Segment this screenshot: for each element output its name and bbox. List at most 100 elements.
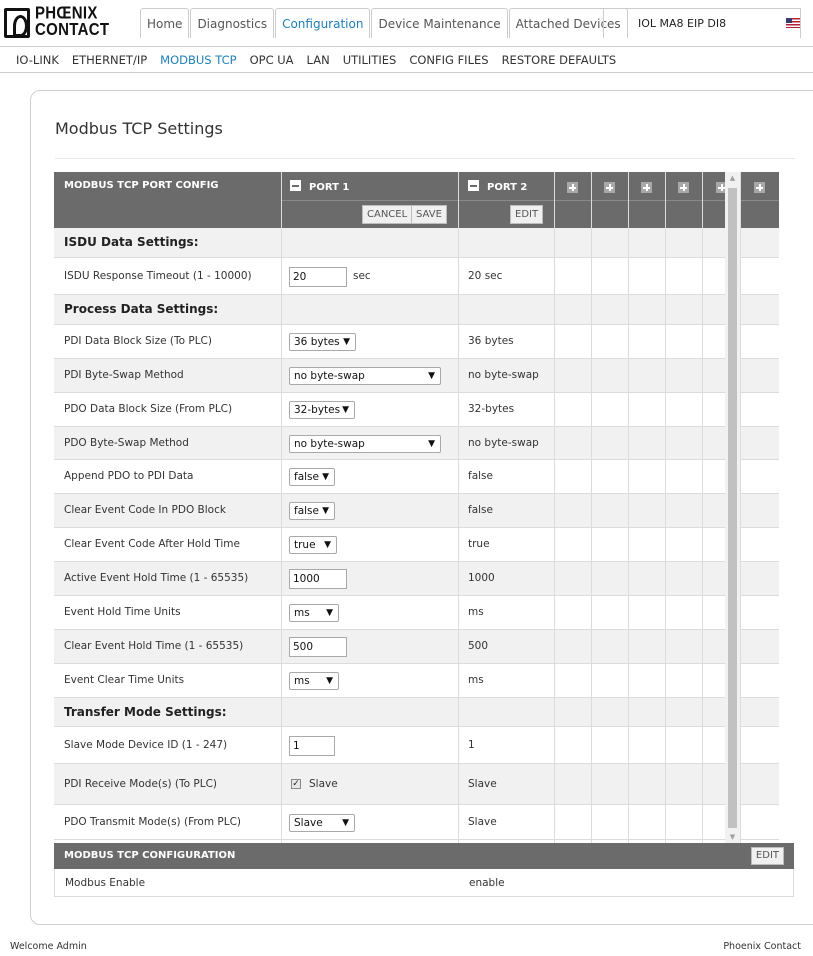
port-2-value: ms xyxy=(468,606,484,618)
dropdown-arrow-icon: ▼ xyxy=(322,506,329,516)
section-header-row: Transfer Mode Settings: xyxy=(54,698,779,727)
setting-row: Event Hold Time Units ms ▼ ms xyxy=(54,596,779,630)
dropdown-arrow-icon: ▼ xyxy=(342,818,349,828)
tab-device-maintenance[interactable]: Device Maintenance xyxy=(371,8,508,38)
setting-row: Clear Event Code After Hold Time true ▼ tru… xyxy=(54,528,779,562)
save-button[interactable]: SAVE xyxy=(411,205,447,224)
port-1-checkbox[interactable]: ✓ xyxy=(291,779,301,789)
port-2-value: false xyxy=(468,504,493,516)
port-2-value: Slave xyxy=(468,816,497,828)
device-name-box: IOL MA8 EIP DI8 xyxy=(603,8,801,38)
setting-row: PDI Data Block Size (To PLC) 36 bytes ▼ 36 … xyxy=(54,325,779,359)
setting-row: PDO Transmit Mode(s) (From PLC) Slave ▼ Sla… xyxy=(54,805,779,840)
us-flag-icon[interactable] xyxy=(786,18,800,28)
expand-port-8-icon[interactable] xyxy=(754,182,765,193)
port-1-select[interactable]: false ▼ xyxy=(289,468,335,486)
logo-line-2: CONTACT xyxy=(35,19,110,40)
dropdown-arrow-icon: ▼ xyxy=(322,472,329,482)
dropdown-arrow-icon: ▼ xyxy=(342,405,349,415)
collapse-port-1-icon[interactable] xyxy=(290,180,301,191)
select-value: 32-bytes xyxy=(294,404,341,416)
port-2-value: 1000 xyxy=(468,572,495,584)
expand-port-6-icon[interactable] xyxy=(678,182,689,193)
setting-label: Event Clear Time Units xyxy=(64,674,185,686)
port-1-value-input[interactable]: 500 xyxy=(289,637,347,657)
scroll-down-arrow-icon[interactable]: ▼ xyxy=(725,833,740,841)
subnav-opc-ua[interactable]: OPC UA xyxy=(250,53,294,67)
select-value: ms xyxy=(294,607,310,619)
port-2-edit-button[interactable]: EDIT xyxy=(510,205,544,224)
dropdown-arrow-icon: ▼ xyxy=(428,439,435,449)
expand-port-4-icon[interactable] xyxy=(604,182,615,193)
setting-label: PDO Byte-Swap Method xyxy=(64,437,189,449)
port-1-select[interactable]: 32-bytes ▼ xyxy=(289,401,355,419)
table-scrollbar[interactable]: ▲ ▼ xyxy=(725,172,740,843)
setting-row: Event Clear Time Units ms ▼ ms xyxy=(54,664,779,698)
subnav-utilities[interactable]: UTILITIES xyxy=(343,53,397,67)
port-1-value-input[interactable]: 1000 xyxy=(289,569,347,589)
subnav-restore-defaults[interactable]: RESTORE DEFAULTS xyxy=(502,53,617,67)
expand-port-5-icon[interactable] xyxy=(641,182,652,193)
select-value: ms xyxy=(294,675,310,687)
setting-row: Clear Event Code In PDO Block false ▼ false xyxy=(54,494,779,528)
select-value: false xyxy=(294,505,319,517)
device-name: IOL MA8 EIP DI8 xyxy=(638,17,727,30)
subnav-config-files[interactable]: CONFIG FILES xyxy=(409,53,488,67)
port-1-value-input[interactable]: 1 xyxy=(289,736,335,756)
port-2-value: 500 xyxy=(468,640,489,652)
cancel-button[interactable]: CANCEL xyxy=(362,205,413,224)
setting-label: Clear Event Hold Time (1 - 65535) xyxy=(64,640,244,652)
port-1-label: PORT 1 xyxy=(309,182,350,193)
port-1-select[interactable]: Slave ▼ xyxy=(289,814,355,832)
section-title: Transfer Mode Settings: xyxy=(64,705,227,719)
dropdown-arrow-icon: ▼ xyxy=(326,676,333,686)
scrollbar-thumb[interactable] xyxy=(728,188,737,828)
tab-home[interactable]: Home xyxy=(140,8,190,38)
port-1-select[interactable]: no byte-swap ▼ xyxy=(289,435,441,453)
footer: Welcome Admin Phoenix Contact xyxy=(0,940,813,956)
subnav-lan[interactable]: LAN xyxy=(307,53,330,67)
expand-port-3-icon[interactable] xyxy=(567,182,578,193)
port-2-value: false xyxy=(468,470,493,482)
collapse-port-2-icon[interactable] xyxy=(468,180,479,191)
setting-row: Clear Event Hold Time (1 - 65535) 500 500 xyxy=(54,630,779,664)
port-1-select[interactable]: false ▼ xyxy=(289,502,335,520)
dropdown-arrow-icon: ▼ xyxy=(326,608,333,618)
port-2-value: 36 bytes xyxy=(468,335,514,347)
port-config-header: MODBUS TCP PORT CONFIG PORT 1 PORT 2 CAN… xyxy=(54,172,779,228)
port-2-value: Slave xyxy=(468,778,497,790)
port-2-value: ms xyxy=(468,674,484,686)
subnav-modbus-tcp[interactable]: MODBUS TCP xyxy=(160,53,236,67)
port-2-value: 32-bytes xyxy=(468,403,515,415)
modbus-config-title: MODBUS TCP CONFIGURATION xyxy=(64,850,236,861)
port-1-header[interactable]: PORT 1 xyxy=(290,180,349,193)
main-tabs: Home Diagnostics Configuration Device Ma… xyxy=(140,8,629,38)
setting-row: PDO Byte-Swap Method no byte-swap ▼ no byte… xyxy=(54,427,779,460)
page-title: Modbus TCP Settings xyxy=(55,119,223,138)
section-header-row: ISDU Data Settings: xyxy=(54,228,779,258)
port-1-select[interactable]: 36 bytes ▼ xyxy=(289,333,356,351)
port-1-select[interactable]: ms ▼ xyxy=(289,672,339,690)
tab-diagnostics[interactable]: Diagnostics xyxy=(190,8,275,38)
tab-configuration[interactable]: Configuration xyxy=(275,8,371,38)
modbus-config-edit-button[interactable]: EDIT xyxy=(750,847,784,865)
port-2-header[interactable]: PORT 2 xyxy=(468,180,527,193)
setting-label: Append PDO to PDI Data xyxy=(64,470,194,482)
welcome-text: Welcome Admin xyxy=(10,941,87,952)
port-1-value-input[interactable]: 20 xyxy=(289,267,347,287)
setting-row: PDI Receive Mode(s) (To PLC) ✓ Slave Slave xyxy=(54,764,779,805)
port-1-select[interactable]: true ▼ xyxy=(289,536,337,554)
setting-label: PDI Byte-Swap Method xyxy=(64,369,184,381)
logo-mark-icon xyxy=(4,8,30,38)
select-value: 36 bytes xyxy=(294,336,340,348)
subnav-ethernet-ip[interactable]: ETHERNET/IP xyxy=(72,53,147,67)
scroll-up-arrow-icon[interactable]: ▲ xyxy=(725,174,740,182)
port-1-select[interactable]: ms ▼ xyxy=(289,604,339,622)
setting-row: Active Event Hold Time (1 - 65535) 1000 10… xyxy=(54,562,779,596)
port-1-select[interactable]: no byte-swap ▼ xyxy=(289,367,441,385)
sub-navigation: IO-LINK ETHERNET/IP MODBUS TCP OPC UA LA… xyxy=(0,46,813,73)
select-value: false xyxy=(294,471,319,483)
unit-label: sec xyxy=(353,270,371,282)
subnav-io-link[interactable]: IO-LINK xyxy=(16,53,59,67)
setting-label: Active Event Hold Time (1 - 65535) xyxy=(64,572,249,584)
